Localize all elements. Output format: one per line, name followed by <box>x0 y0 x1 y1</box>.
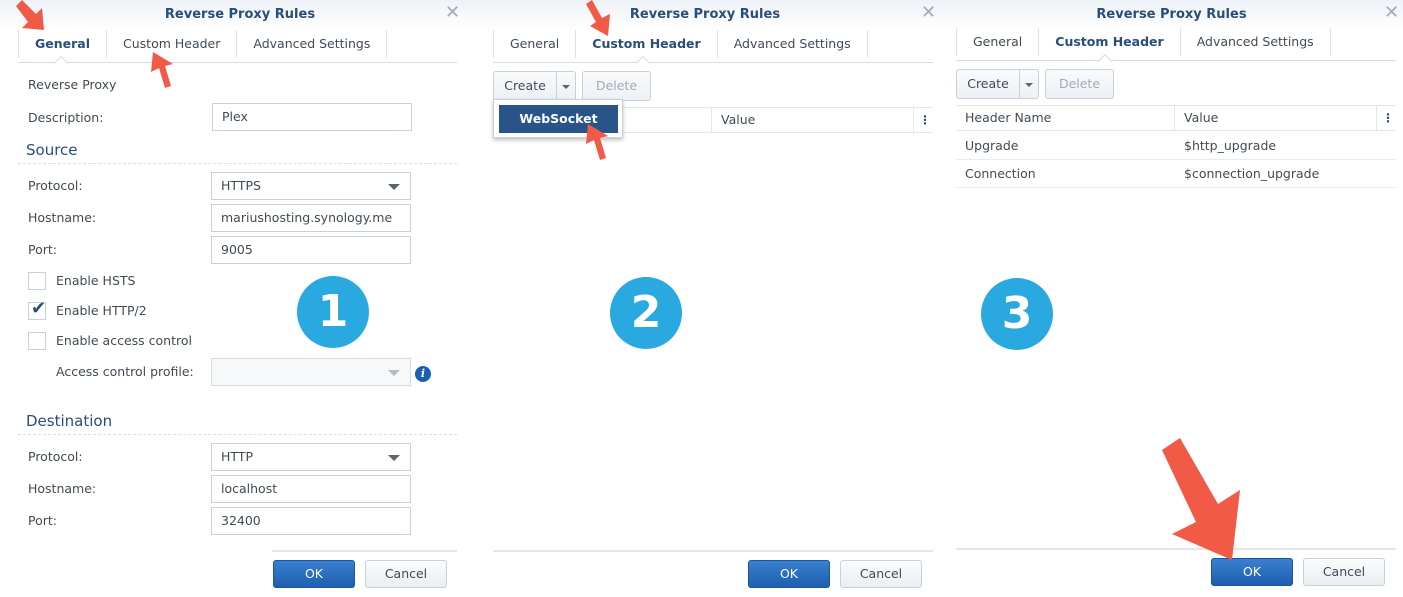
close-icon[interactable]: ✕ <box>1384 4 1399 22</box>
annotation-arrow-icon <box>16 0 44 30</box>
column-menu-icon[interactable]: ⋮ <box>919 108 931 132</box>
tab-advanced-settings[interactable]: Advanced Settings <box>1179 28 1331 56</box>
cancel-button[interactable]: Cancel <box>840 560 922 588</box>
source-port-input[interactable]: 9005 <box>211 236 411 264</box>
dialog-custom-header-menu: Reverse Proxy Rules ✕ General Custom Hea… <box>470 0 940 597</box>
step-badge-1: 1 <box>297 276 369 348</box>
destination-hostname-input[interactable]: localhost <box>211 475 411 503</box>
tab-bar: General Custom Header Advanced Settings <box>493 30 868 62</box>
tab-general[interactable]: General <box>493 30 575 58</box>
access-profile-select[interactable] <box>211 358 411 386</box>
dialog-general: Reverse Proxy Rules ✕ General Custom Hea… <box>0 0 470 597</box>
delete-button[interactable]: Delete <box>582 71 651 101</box>
source-protocol-value: HTTPS <box>221 178 261 193</box>
destination-divider <box>18 434 457 435</box>
create-button[interactable]: Create <box>956 69 1020 99</box>
tab-divider <box>956 60 1396 61</box>
source-port-label: Port: <box>28 242 57 257</box>
chevron-down-icon <box>388 455 400 461</box>
annotation-arrow-icon <box>586 0 610 36</box>
close-icon[interactable]: ✕ <box>445 4 460 22</box>
column-menu-icon[interactable]: ⋮ <box>1382 106 1394 130</box>
create-dropdown-button[interactable] <box>1019 69 1039 99</box>
caret-down-icon <box>562 84 570 89</box>
source-hostname-label: Hostname: <box>28 210 97 225</box>
access-profile-label: Access control profile: <box>56 364 194 379</box>
annotation-arrow-icon <box>586 124 608 160</box>
info-icon[interactable]: i <box>415 366 431 382</box>
delete-button[interactable]: Delete <box>1045 69 1114 99</box>
dialog-custom-header-result: Reverse Proxy Rules ✕ General Custom Hea… <box>940 0 1403 597</box>
dialog-title: Reverse Proxy Rules <box>629 7 781 22</box>
source-protocol-label: Protocol: <box>28 178 83 193</box>
tab-advanced-settings[interactable]: Advanced Settings <box>716 30 868 58</box>
tab-divider <box>18 62 457 63</box>
step-badge-3: 3 <box>981 278 1053 350</box>
enable-http2-checkbox[interactable]: ✔ <box>28 298 46 320</box>
titlebar: Reverse Proxy Rules ✕ <box>0 0 470 32</box>
titlebar: Reverse Proxy Rules ✕ <box>470 0 940 32</box>
destination-protocol-value: HTTP <box>221 449 253 464</box>
header-value-cell: $http_upgrade <box>1184 138 1277 153</box>
chevron-down-icon <box>388 370 400 376</box>
ok-button[interactable]: OK <box>273 560 355 588</box>
cancel-button[interactable]: Cancel <box>365 560 447 588</box>
column-value[interactable]: Value <box>712 108 755 132</box>
footer-divider <box>493 550 933 552</box>
enable-access-control-label: Enable access control <box>56 333 192 348</box>
destination-heading: Destination <box>26 412 113 430</box>
annotation-arrow-icon <box>151 52 173 88</box>
create-button[interactable]: Create <box>493 71 557 101</box>
chevron-down-icon <box>388 184 400 190</box>
tab-advanced-settings[interactable]: Advanced Settings <box>236 30 388 58</box>
column-separator <box>913 108 914 132</box>
create-dropdown-button[interactable] <box>556 71 576 101</box>
column-header-name[interactable]: Header Name <box>956 106 1051 130</box>
tab-custom-header[interactable]: Custom Header <box>1038 28 1179 56</box>
tab-general[interactable]: General <box>956 28 1038 56</box>
dialog-title: Reverse Proxy Rules <box>1096 7 1247 22</box>
destination-port-label: Port: <box>28 513 57 528</box>
table-row[interactable]: Upgrade $http_upgrade <box>956 132 1396 160</box>
destination-hostname-label: Hostname: <box>28 481 97 496</box>
source-hostname-input[interactable]: mariushosting.synology.me <box>211 204 411 232</box>
header-name-cell: Upgrade <box>965 138 1019 153</box>
description-label: Description: <box>28 110 104 125</box>
cancel-button[interactable]: Cancel <box>1303 558 1385 586</box>
ok-button[interactable]: OK <box>748 560 830 588</box>
source-heading: Source <box>26 141 78 159</box>
destination-protocol-select[interactable]: HTTP <box>211 443 411 471</box>
grid-header: Header Name Value ⋮ <box>956 105 1396 131</box>
tab-divider <box>493 62 933 63</box>
ok-button[interactable]: OK <box>1211 558 1293 586</box>
column-separator <box>1376 106 1377 130</box>
checkmark-icon: ✔ <box>31 298 47 319</box>
header-value-cell: $connection_upgrade <box>1184 166 1320 181</box>
reverse-proxy-label: Reverse Proxy <box>28 77 117 92</box>
tab-bar: General Custom Header Advanced Settings <box>956 28 1331 60</box>
source-protocol-select[interactable]: HTTPS <box>211 172 411 200</box>
enable-access-control-checkbox[interactable] <box>28 332 46 350</box>
tab-bar: General Custom Header Advanced Settings <box>18 30 388 62</box>
description-input[interactable]: Plex <box>212 103 412 131</box>
step-badge-2: 2 <box>610 277 682 349</box>
close-icon[interactable]: ✕ <box>921 4 936 22</box>
source-divider <box>18 163 457 164</box>
footer-divider <box>272 550 457 552</box>
dialog-title: Reverse Proxy Rules <box>164 7 316 22</box>
annotation-arrow-icon <box>1162 438 1240 560</box>
caret-down-icon <box>1025 82 1033 87</box>
enable-http2-label: Enable HTTP/2 <box>56 303 147 318</box>
destination-protocol-label: Protocol: <box>28 449 83 464</box>
destination-port-input[interactable]: 32400 <box>211 507 411 535</box>
enable-hsts-label: Enable HSTS <box>56 273 136 288</box>
table-row[interactable]: Connection $connection_upgrade <box>956 160 1396 188</box>
header-name-cell: Connection <box>965 166 1036 181</box>
column-value[interactable]: Value <box>1175 106 1218 130</box>
tab-general[interactable]: General <box>18 30 106 58</box>
enable-hsts-checkbox[interactable] <box>28 272 46 290</box>
